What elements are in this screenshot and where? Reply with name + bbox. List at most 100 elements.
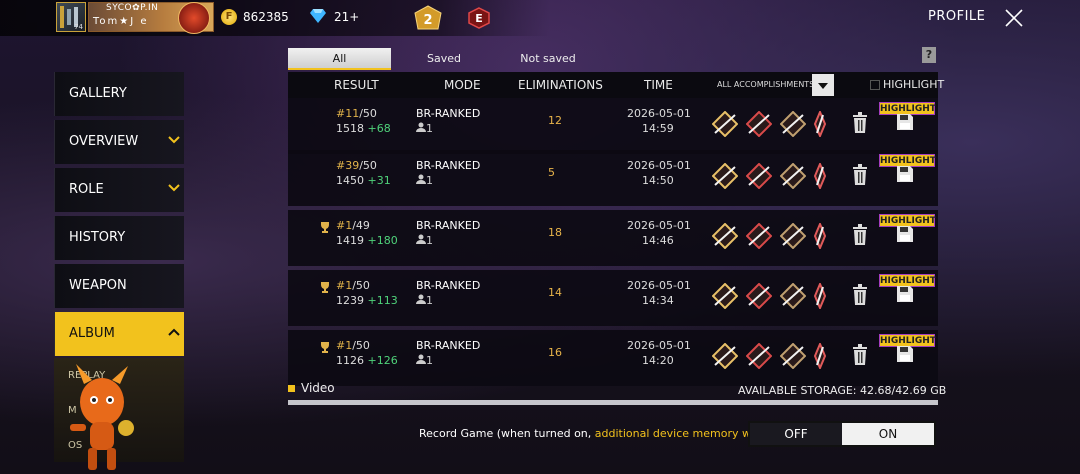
rank-position: #1 xyxy=(336,339,353,352)
sidebar-item-label: OVERVIEW xyxy=(69,134,139,149)
accomplishment-icon[interactable] xyxy=(712,163,738,189)
rank-total: /50 xyxy=(359,107,377,120)
squad-size: 1 xyxy=(416,174,433,187)
squad-size: 1 xyxy=(416,294,433,307)
caret-down-icon xyxy=(818,83,828,89)
save-icon[interactable] xyxy=(895,164,915,184)
toggle-off-button[interactable]: OFF xyxy=(750,423,842,445)
save-icon[interactable] xyxy=(895,112,915,132)
rank-total: /49 xyxy=(352,219,370,232)
accomplishment-icon[interactable] xyxy=(780,163,806,189)
match-mode: BR-RANKED xyxy=(416,107,481,120)
rank-badge-value: 2 xyxy=(423,13,432,28)
rank-gain: +113 xyxy=(367,294,398,307)
tab-all[interactable]: All xyxy=(288,48,391,70)
tab-saved[interactable]: Saved xyxy=(392,48,496,70)
sidebar-item-album[interactable]: ALBUM xyxy=(54,312,184,356)
sidebar-item-history[interactable]: HISTORY xyxy=(54,216,184,260)
match-date: 2026-05-01 xyxy=(627,219,691,232)
diamond-icon[interactable] xyxy=(310,9,326,23)
trash-icon[interactable] xyxy=(850,284,870,306)
table-row[interactable]: #1/49 1419 +180 BR-RANKED 1 18 2026-05-01 14:4… xyxy=(288,210,938,266)
rank-gain: +126 xyxy=(367,354,398,367)
squad-size: 1 xyxy=(416,122,433,135)
eliminations-count: 18 xyxy=(548,226,562,239)
person-icon xyxy=(416,234,426,244)
accomplishments-filter[interactable]: ALL ACCOMPLISHMENTS xyxy=(714,74,834,96)
sidebar-item-role[interactable]: ROLE xyxy=(54,168,184,212)
trash-icon[interactable] xyxy=(850,224,870,246)
match-time: 14:46 xyxy=(642,234,674,247)
toggle-on-button[interactable]: ON xyxy=(842,423,934,445)
accomplishment-icon[interactable] xyxy=(814,163,826,189)
record-game-toggle[interactable]: OFF ON xyxy=(748,421,936,447)
accomplishment-icon[interactable] xyxy=(780,111,806,137)
filter-tabs: All Saved Not saved xyxy=(288,48,938,70)
close-icon[interactable] xyxy=(1002,6,1026,30)
table-row[interactable]: #11/50 1518 +68 BR-RANKED 1 12 2026-05-01 14:5… xyxy=(288,98,938,154)
record-prefix: Record Game (when turned on, xyxy=(419,427,595,440)
result-points: 1419 +180 xyxy=(336,234,398,247)
table-header: RESULT MODE ELIMINATIONS TIME ALL ACCOMP… xyxy=(288,72,944,98)
accomplishment-icon[interactable] xyxy=(814,343,826,369)
flame-mascot-icon xyxy=(70,364,134,470)
player-avatar[interactable]: 74 xyxy=(56,2,86,32)
rank-points: 1419 xyxy=(336,234,364,247)
accomplishment-icon[interactable] xyxy=(746,343,772,369)
profile-title: PROFILE xyxy=(928,9,986,24)
table-row[interactable]: #1/50 1126 +126 BR-RANKED 1 16 2026-05-01 14:2… xyxy=(288,330,938,386)
person-icon xyxy=(416,354,426,364)
player-count: 1 xyxy=(426,122,433,135)
rank-position: #11 xyxy=(336,107,360,120)
coin-balance: 862385 xyxy=(243,10,289,24)
trash-icon[interactable] xyxy=(850,112,870,134)
accomplishment-icon[interactable] xyxy=(814,223,826,249)
accomplishment-icon[interactable] xyxy=(780,223,806,249)
trash-icon[interactable] xyxy=(850,344,870,366)
filter-dropdown-button[interactable] xyxy=(812,74,834,96)
storage-text: AVAILABLE STORAGE: 42.68/42.69 GB xyxy=(738,384,946,397)
rank-total: /50 xyxy=(352,339,370,352)
sidebar-item-label: GALLERY xyxy=(69,86,127,101)
header-highlight: HIGHLIGHT xyxy=(883,78,945,91)
rank-gain: +180 xyxy=(367,234,398,247)
tab-not-saved[interactable]: Not saved xyxy=(496,48,600,70)
sidebar-item-weapon[interactable]: WEAPON xyxy=(54,264,184,308)
player-count: 1 xyxy=(426,354,433,367)
rank-position: #39 xyxy=(336,159,360,172)
match-mode: BR-RANKED xyxy=(416,279,481,292)
accomplishment-icon[interactable] xyxy=(712,343,738,369)
storage-label: AVAILABLE STORAGE: xyxy=(738,384,857,397)
filter-label: ALL ACCOMPLISHMENTS xyxy=(717,80,815,89)
accomplishment-icon[interactable] xyxy=(746,223,772,249)
highlight-checkbox[interactable] xyxy=(870,80,880,90)
accomplishment-icon[interactable] xyxy=(746,283,772,309)
chevron-up-icon xyxy=(168,328,180,336)
rank-badge-icon[interactable]: 2 xyxy=(414,5,442,31)
player-count: 1 xyxy=(426,174,433,187)
sidebar-item-gallery[interactable]: GALLERY xyxy=(54,72,184,116)
e-badge-icon[interactable]: E xyxy=(468,7,490,29)
save-icon[interactable] xyxy=(895,284,915,304)
save-icon[interactable] xyxy=(895,224,915,244)
accomplishment-icon[interactable] xyxy=(780,283,806,309)
table-row[interactable]: #39/50 1450 +31 BR-RANKED 1 5 2026-05-01 14:50… xyxy=(288,150,938,206)
match-time: 14:34 xyxy=(642,294,674,307)
sidebar-item-overview[interactable]: OVERVIEW xyxy=(54,120,184,164)
accomplishment-icon[interactable] xyxy=(746,111,772,137)
match-time: 14:50 xyxy=(642,174,674,187)
table-row[interactable]: #1/50 1239 +113 BR-RANKED 1 14 2026-05-01 14:3… xyxy=(288,270,938,326)
accomplishment-icon[interactable] xyxy=(712,283,738,309)
accomplishment-icon[interactable] xyxy=(746,163,772,189)
accomplishment-icon[interactable] xyxy=(712,223,738,249)
accomplishment-icon[interactable] xyxy=(780,343,806,369)
help-icon[interactable]: ? xyxy=(922,47,936,63)
save-icon[interactable] xyxy=(895,344,915,364)
accomplishment-icon[interactable] xyxy=(814,283,826,309)
accomplishment-icon[interactable] xyxy=(814,111,826,137)
accomplishment-icon[interactable] xyxy=(712,111,738,137)
storage-bar xyxy=(288,400,938,405)
diamond-balance[interactable]: 21+ xyxy=(334,10,359,24)
person-icon xyxy=(416,174,426,184)
trash-icon[interactable] xyxy=(850,164,870,186)
